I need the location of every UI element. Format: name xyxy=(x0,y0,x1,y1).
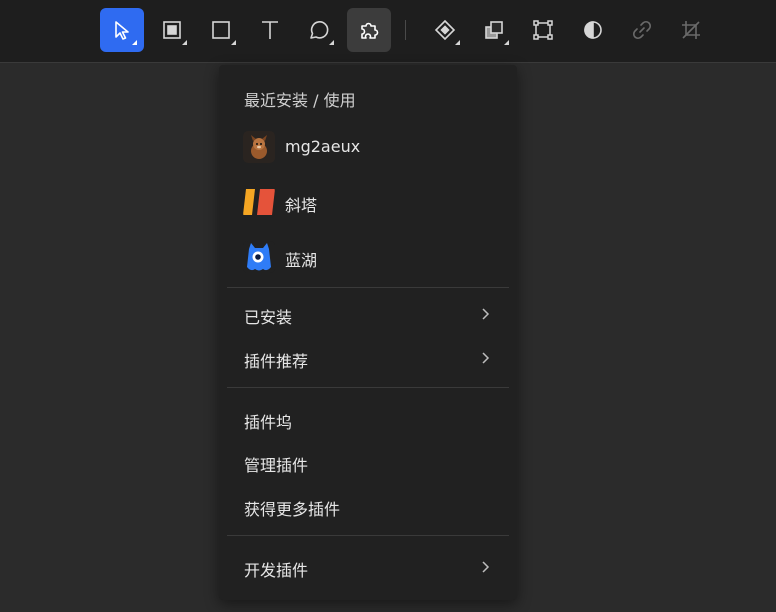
link-icon xyxy=(632,20,652,40)
half-circle-icon xyxy=(584,21,602,39)
dropdown-caret-icon xyxy=(231,40,236,45)
plugin-item-mg2aeux[interactable]: mg2aeux xyxy=(219,125,517,169)
recent-section-title: 最近安装 / 使用 xyxy=(244,91,356,110)
chevron-right-icon xyxy=(482,352,490,364)
crop-tool-button[interactable] xyxy=(669,8,713,52)
bounding-box-icon xyxy=(533,20,553,40)
develop-plugins-submenu[interactable]: 开发插件 xyxy=(219,549,517,585)
plugin-label: 蓝湖 xyxy=(285,251,318,270)
boolean-tool-button[interactable] xyxy=(472,8,516,52)
transform-tool-button[interactable] xyxy=(521,8,565,52)
frame-icon xyxy=(163,21,181,39)
get-more-plugins-label: 获得更多插件 xyxy=(244,500,341,519)
boolean-union-icon xyxy=(485,21,503,39)
menu-separator xyxy=(227,535,509,536)
manage-plugins-label: 管理插件 xyxy=(244,456,309,475)
chevron-right-icon xyxy=(482,561,490,573)
plugin-dock-item[interactable]: 插件坞 xyxy=(219,401,517,437)
rectangle-tool-button[interactable] xyxy=(199,8,243,52)
manage-plugins-item[interactable]: 管理插件 xyxy=(219,444,517,480)
mask-tool-button[interactable] xyxy=(571,8,615,52)
dropdown-caret-icon xyxy=(329,40,334,45)
develop-plugins-label: 开发插件 xyxy=(244,561,309,580)
move-tool-button[interactable] xyxy=(100,8,144,52)
plugin-label: mg2aeux xyxy=(285,137,361,156)
crop-icon xyxy=(682,21,700,39)
comment-tool-button[interactable] xyxy=(297,8,341,52)
dropdown-caret-icon xyxy=(132,40,137,45)
plugins-tool-button[interactable] xyxy=(347,8,391,52)
component-tool-button[interactable] xyxy=(423,8,467,52)
chevron-right-icon xyxy=(482,308,490,320)
recommend-label: 插件推荐 xyxy=(244,352,309,371)
link-tool-button[interactable] xyxy=(620,8,664,52)
lanhu-monster-icon xyxy=(243,241,275,273)
puzzle-piece-icon xyxy=(361,22,379,39)
plugins-menu: 最近安装 / 使用 mg2aeux 斜塔 蓝湖 已安装 插件推荐 插件坞 管理插… xyxy=(219,65,517,600)
plugin-label: 斜塔 xyxy=(285,196,318,215)
speech-bubble-icon xyxy=(310,21,329,39)
dog-avatar-icon xyxy=(243,131,275,163)
menu-separator xyxy=(227,387,509,388)
text-tool-button[interactable] xyxy=(248,8,292,52)
toolbar-divider xyxy=(405,20,406,40)
text-t-icon xyxy=(262,21,278,39)
diamond-component-icon xyxy=(434,19,456,41)
frame-tool-button[interactable] xyxy=(150,8,194,52)
top-toolbar xyxy=(0,0,776,63)
menu-separator xyxy=(227,287,509,288)
plugin-dock-label: 插件坞 xyxy=(244,413,293,432)
recommend-submenu[interactable]: 插件推荐 xyxy=(219,340,517,376)
rectangle-icon xyxy=(212,21,230,39)
installed-label: 已安装 xyxy=(244,308,293,327)
get-more-plugins-item[interactable]: 获得更多插件 xyxy=(219,488,517,524)
installed-submenu[interactable]: 已安装 xyxy=(219,296,517,332)
xieta-logo-icon xyxy=(243,186,275,218)
plugin-item-lanhu[interactable]: 蓝湖 xyxy=(219,235,517,279)
plugin-item-xieta[interactable]: 斜塔 xyxy=(219,180,517,224)
dropdown-caret-icon xyxy=(455,40,460,45)
dropdown-caret-icon xyxy=(182,40,187,45)
pointer-arrow-icon xyxy=(115,21,129,40)
dropdown-caret-icon xyxy=(504,40,509,45)
